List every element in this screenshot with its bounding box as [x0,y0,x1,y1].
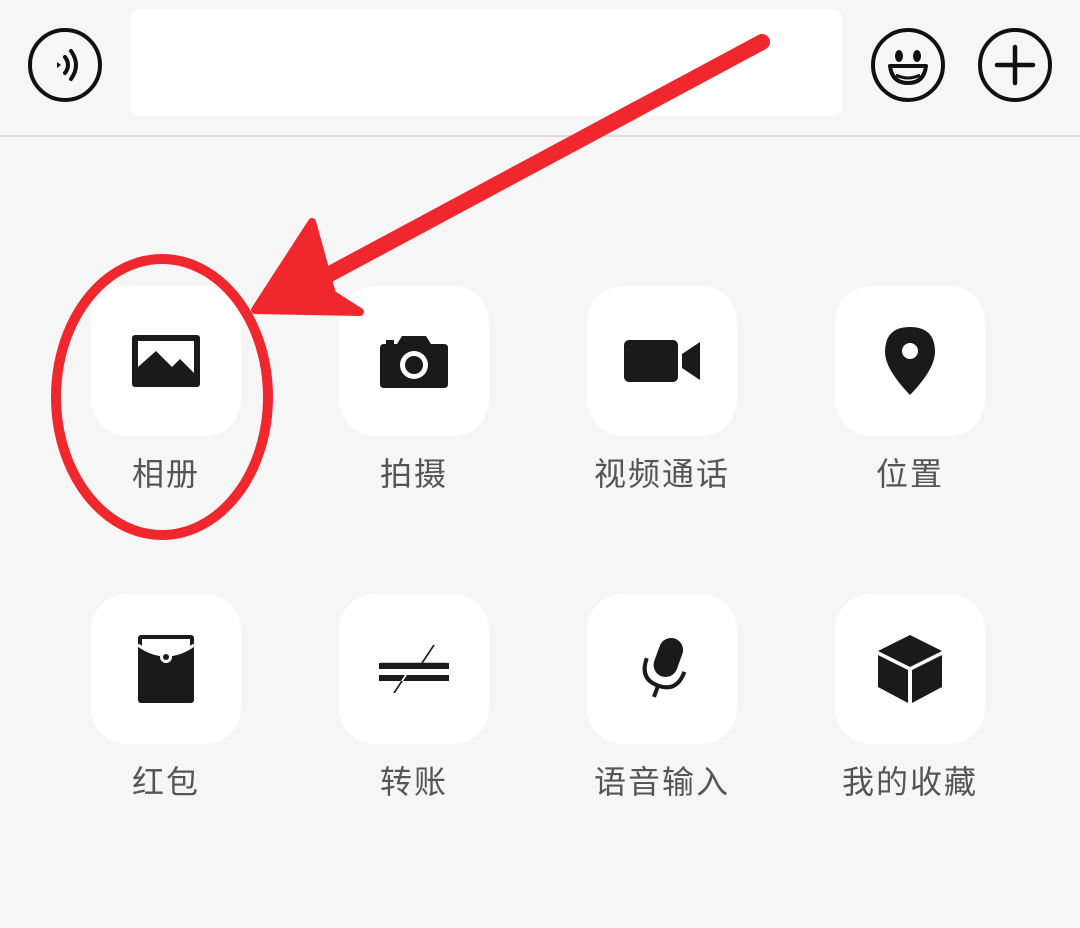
function-tile[interactable] [91,286,241,436]
function-tile[interactable] [91,594,241,744]
function-transfer[interactable]: 转账 [339,594,489,802]
camera-icon [380,336,448,388]
plus-icon [994,44,1036,86]
smiley-face-icon [888,50,928,85]
transfer-arrows-icon [379,645,449,693]
function-label: 红包 [131,763,200,801]
function-tile[interactable] [835,594,985,744]
function-panel: 相册 拍摄 视频通话 位置 红包 转账 语音输入 我的收藏 [0,140,1080,928]
function-label: 位置 [875,455,944,493]
function-label: 拍摄 [379,455,448,493]
red-packet-icon [137,635,195,703]
function-camera[interactable]: 拍摄 [339,286,489,494]
function-red-packet[interactable]: 红包 [91,594,241,802]
function-label: 视频通话 [593,455,730,493]
function-label: 语音输入 [593,763,730,801]
function-label: 我的收藏 [841,763,978,801]
image-icon [132,335,200,387]
message-input[interactable] [130,9,842,116]
function-album[interactable]: 相册 [91,286,241,494]
function-favorites[interactable]: 我的收藏 [835,594,985,802]
cube-icon [878,635,942,703]
more-functions-button[interactable] [978,28,1052,102]
function-video-call[interactable]: 视频通话 [587,286,737,494]
function-voice-input[interactable]: 语音输入 [587,594,737,802]
function-tile[interactable] [835,286,985,436]
function-tile[interactable] [587,286,737,436]
video-camera-icon [624,340,700,382]
function-label: 相册 [131,455,200,493]
chat-input-bar [0,0,1080,137]
chat-screen: 相册 拍摄 视频通话 位置 红包 转账 语音输入 我的收藏 [0,0,1080,928]
location-pin-icon [885,327,935,395]
function-tile[interactable] [587,594,737,744]
voice-mode-button[interactable] [28,28,102,102]
microphone-icon [642,637,687,698]
function-tile[interactable] [339,594,489,744]
emoji-button[interactable] [871,28,945,102]
function-location[interactable]: 位置 [835,286,985,494]
function-tile[interactable] [339,286,489,436]
voice-wave-icon [57,49,78,81]
function-label: 转账 [379,763,448,801]
